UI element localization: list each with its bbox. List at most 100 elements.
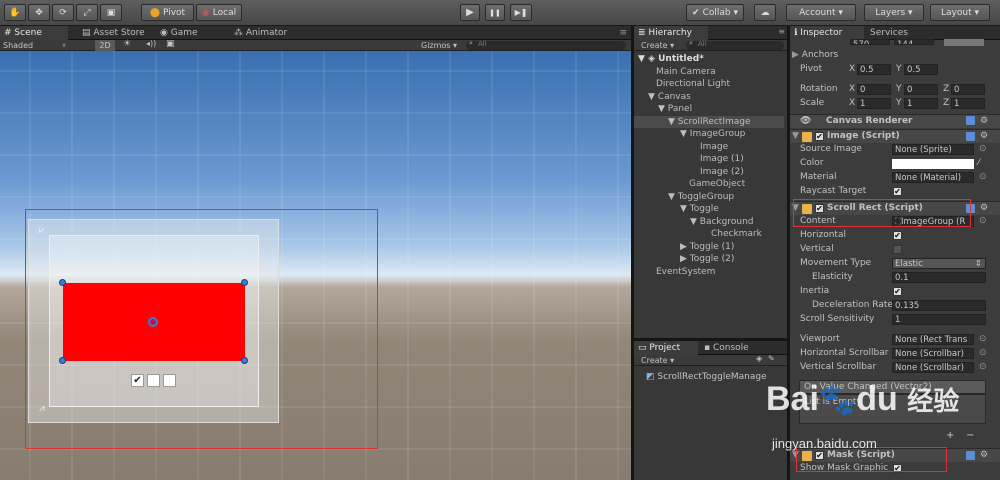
vertical-checkbox[interactable]	[893, 245, 902, 254]
pivot-x-field[interactable]: 0.5	[857, 64, 891, 75]
image-script-header[interactable]: ▼ ✔ Image (Script) ⚙	[790, 129, 1000, 143]
scroll-sensitivity-field[interactable]: 1	[892, 314, 986, 325]
height-field[interactable]: 144	[894, 39, 934, 45]
hierarchy-item-toggle[interactable]: ▼ Toggle	[634, 203, 784, 215]
horizontal-scrollbar-field[interactable]: None (Scrollbar)	[892, 348, 974, 359]
help-icon[interactable]	[966, 132, 975, 141]
anchor-bottom-icon[interactable]: ⩘	[39, 403, 45, 414]
scale-z-field[interactable]: 1	[951, 98, 985, 109]
add-event-button[interactable]: +	[946, 430, 954, 441]
gear-icon[interactable]: ⚙	[980, 130, 988, 143]
hierarchy-item-togglegroup[interactable]: ▼ ToggleGroup	[634, 191, 784, 203]
tag-icon[interactable]: ✎	[768, 354, 775, 363]
pivot-y-field[interactable]: 0.5	[904, 64, 938, 75]
hierarchy-item-gameobject[interactable]: GameObject	[634, 178, 784, 190]
help-icon[interactable]	[966, 451, 975, 460]
hand-tool-button[interactable]: ✋	[4, 4, 26, 21]
hierarchy-item-image-1[interactable]: Image (1)	[634, 153, 784, 165]
scale-y-field[interactable]: 1	[904, 98, 938, 109]
help-icon[interactable]	[966, 116, 975, 125]
panel-menu-icon[interactable]: ≡	[619, 28, 627, 38]
move-tool-button[interactable]: ✥	[28, 4, 50, 21]
effects-icon[interactable]: ▣	[166, 39, 175, 49]
gear-icon[interactable]: ⚙	[980, 202, 988, 215]
hierarchy-item-image-2[interactable]: Image (2)	[634, 166, 784, 178]
hierarchy-item-main-camera[interactable]: Main Camera	[634, 66, 784, 78]
hierarchy-item-background[interactable]: ▼ Background	[634, 216, 784, 228]
hierarchy-item-directional-light[interactable]: Directional Light	[634, 78, 784, 90]
step-button[interactable]: ▶❚	[510, 4, 532, 21]
rect-tool-button[interactable]: ▣	[100, 4, 122, 21]
layout-dropdown[interactable]: Layout ▾	[930, 4, 990, 21]
hierarchy-menu-icon[interactable]: ≡	[778, 27, 785, 36]
audio-icon[interactable]: ◂))	[146, 39, 156, 48]
inertia-checkbox[interactable]: ✔	[893, 287, 902, 296]
material-field[interactable]: None (Material)	[892, 172, 974, 183]
toggle-checked[interactable]: ✔	[131, 374, 144, 387]
tab-console[interactable]: ▪ Console	[700, 341, 755, 355]
rotation-y-field[interactable]: 0	[904, 84, 938, 95]
deceleration-field[interactable]: 0.135	[892, 300, 986, 311]
layers-dropdown[interactable]: Layers ▾	[864, 4, 924, 21]
rect-handle-bl[interactable]	[59, 357, 66, 364]
object-picker-icon[interactable]: ⊙	[979, 361, 987, 374]
toggle-1[interactable]	[147, 374, 160, 387]
gear-icon[interactable]: ⚙	[980, 115, 988, 128]
image-enabled-checkbox[interactable]: ✔	[815, 132, 824, 141]
tab-game[interactable]: ◉ Game	[156, 26, 204, 40]
collab-dropdown[interactable]: ✔ Collab ▾	[686, 4, 744, 21]
vertical-scrollbar-field[interactable]: None (Scrollbar)	[892, 362, 974, 373]
tab-inspector[interactable]: ℹ Inspector	[790, 26, 864, 40]
hierarchy-item-image[interactable]: Image	[634, 141, 784, 153]
tab-asset-store[interactable]: ▤ Asset Store	[78, 26, 151, 40]
blueprint-button[interactable]	[944, 39, 984, 46]
scale-x-field[interactable]: 1	[857, 98, 891, 109]
rotation-x-field[interactable]: 0	[857, 84, 891, 95]
tab-project[interactable]: ▭ Project	[634, 341, 698, 355]
pause-button[interactable]: ❚❚	[485, 4, 505, 21]
tab-animator[interactable]: ⁂ Animator	[230, 26, 293, 40]
shading-dropdown[interactable]: Shaded	[3, 40, 33, 51]
rotate-tool-button[interactable]: ⟳	[52, 4, 74, 21]
hierarchy-item-scrollrectimage[interactable]: ▼ ScrollRectImage	[634, 116, 784, 128]
scale-tool-button[interactable]: ⤢	[76, 4, 98, 21]
color-field[interactable]	[892, 159, 974, 169]
play-button[interactable]: ▶	[460, 4, 480, 21]
rect-handle-tl[interactable]	[59, 279, 66, 286]
eyedropper-icon[interactable]: ⁄	[978, 157, 980, 170]
source-image-field[interactable]: None (Sprite)	[892, 144, 974, 155]
horizontal-checkbox[interactable]: ✔	[893, 231, 902, 240]
object-picker-icon[interactable]: ⊙	[979, 171, 987, 184]
anchors-row[interactable]: ▶ Anchors	[790, 49, 1000, 62]
object-picker-icon[interactable]: ⊙	[979, 215, 987, 228]
remove-event-button[interactable]: −	[966, 430, 974, 441]
filter-icon[interactable]: ◈	[756, 354, 762, 363]
gear-icon[interactable]: ⚙	[980, 449, 988, 462]
lighting-icon[interactable]: ☀	[123, 39, 131, 49]
raycast-checkbox[interactable]: ✔	[893, 187, 902, 196]
project-file-item[interactable]: ◩ ScrollRectToggleManage	[646, 372, 767, 382]
account-dropdown[interactable]: Account ▾	[786, 4, 856, 21]
local-toggle[interactable]: ◉ Local	[196, 4, 242, 21]
rect-handle-br[interactable]	[241, 357, 248, 364]
hierarchy-search-input[interactable]: ⌕ All	[686, 39, 784, 50]
cloud-button[interactable]: ☁	[754, 4, 776, 21]
gizmos-dropdown[interactable]: Gizmos ▾	[421, 40, 457, 51]
hierarchy-item-canvas[interactable]: ▼ Canvas	[634, 91, 784, 103]
hierarchy-item-toggle-1[interactable]: ▶ Toggle (1)	[634, 241, 784, 253]
anchor-top-icon[interactable]: ⩗	[39, 225, 45, 236]
hierarchy-create-dropdown[interactable]: Create ▾	[641, 40, 674, 51]
pivot-handle[interactable]	[148, 317, 158, 327]
hierarchy-item-eventsystem[interactable]: EventSystem	[634, 266, 784, 278]
scene-view[interactable]: ⩗ ⩘ ✔	[0, 51, 631, 480]
elasticity-field[interactable]: 0.1	[892, 272, 986, 283]
object-picker-icon[interactable]: ⊙	[979, 333, 987, 346]
scene-search-input[interactable]: ⌕ All	[466, 39, 626, 50]
hierarchy-item-imagegroup[interactable]: ▼ ImageGroup	[634, 128, 784, 140]
viewport-field[interactable]: None (Rect Trans	[892, 334, 974, 345]
mode-2d-toggle[interactable]: 2D	[95, 40, 115, 51]
rect-handle-tr[interactable]	[241, 279, 248, 286]
tab-hierarchy[interactable]: ≣ Hierarchy	[634, 26, 708, 40]
object-picker-icon[interactable]: ⊙	[979, 143, 987, 156]
toggle-2[interactable]	[163, 374, 176, 387]
